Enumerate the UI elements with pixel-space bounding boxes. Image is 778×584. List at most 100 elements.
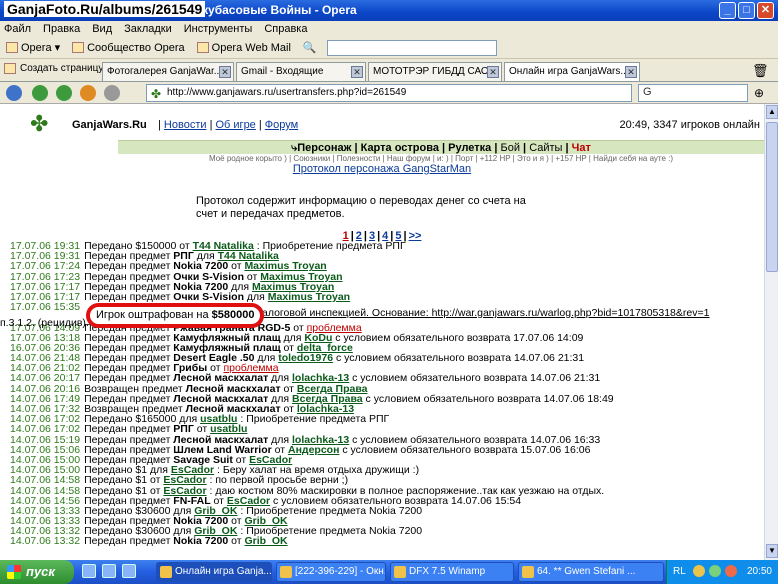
fine-reason: алоговой инспекцией. Основание: http://w… [262,307,710,319]
nav-map[interactable]: Карта острова [361,142,439,154]
log-item: Очки S-Vision [173,290,245,303]
nav-about[interactable]: Об игре [216,119,256,131]
page-content: ✤ GanjaWars.Ru | Новости | Об игре | Фор… [0,104,764,560]
start-button[interactable]: пуск [0,560,74,584]
close-tab-icon[interactable]: ✕ [351,66,363,78]
new-tab-button[interactable]: Создать страницу [4,63,103,74]
log-user-link[interactable]: Maximus Troyan [268,291,350,303]
new-page-icon [4,63,16,74]
bookmark-search-input[interactable] [326,39,497,56]
menu-edit[interactable]: Правка [43,23,80,35]
protocol-description: Протокол содержит информацию о переводах… [196,195,526,220]
log-condition: с условием обязательного возврата 14.07.… [362,392,614,405]
scroll-thumb[interactable] [766,122,778,272]
close-tab-icon[interactable]: ✕ [219,66,231,78]
quick-launch-icon[interactable] [122,564,136,578]
log-row: 14.07.06 13:32 Передан предмет Nokia 7200… [10,535,764,548]
menu-view[interactable]: Вид [92,23,112,35]
nav-sites[interactable]: Сайты [529,142,562,154]
winamp-icon [522,566,534,578]
nav-chat[interactable]: Чат [572,142,591,154]
nav-character[interactable]: Персонаж [297,142,351,154]
log-user-link[interactable]: toledo1976 [278,352,333,364]
tab-bar: Создать страницу Фотогалерея GanjaWar...… [0,59,778,82]
tab-photogallery[interactable]: Фотогалерея GanjaWar... ✕ [102,62,234,81]
scroll-down-icon[interactable]: ▼ [766,544,778,558]
menu-help[interactable]: Справка [264,23,307,35]
online-count: 20:49, 3347 игроков онлайн [619,119,760,131]
forward-icon[interactable] [56,85,72,101]
bookmark-opera[interactable]: Opera ▾ [0,41,66,54]
tab-ganjawars[interactable]: Онлайн игра GanjaWars... ✕ [504,62,640,81]
back-icon[interactable] [6,85,22,101]
tray-icon[interactable] [725,565,737,577]
reload-icon[interactable] [80,85,96,101]
log-user-link[interactable]: Grib_OK [244,535,287,547]
quick-launch-icon[interactable] [82,564,96,578]
nav-battle[interactable]: Бой [501,142,520,154]
system-tray: RL 20:50 [666,560,778,584]
scroll-up-icon[interactable]: ▲ [766,105,778,119]
log-item: Nokia 7200 [173,535,229,548]
edit-icon[interactable] [104,85,120,101]
site-name: GanjaWars.Ru [72,119,147,131]
tab-gibdd[interactable]: МОТОТРЭР ГИБДД САО... ✕ [368,62,502,81]
taskbar-item-winamp-dfx[interactable]: DFX 7.5 Winamp [390,562,514,582]
protocol-link[interactable]: Протокол персонажа GangStarMan [0,163,764,175]
browser-window: GanjaFoto.Ru/albums/261549 анджубасовые … [0,0,778,584]
folder-icon [6,42,18,53]
log-row: 17.07.06 17:17 Передан предмет Очки S-Vis… [10,290,764,303]
title-bar: GanjaFoto.Ru/albums/261549 анджубасовые … [0,0,778,21]
site-leaf-icon: ✤ [151,87,162,101]
taskbar-item-opera[interactable]: Онлайн игра Ganja... [156,562,272,582]
game-nav-bar: ⤷Персонаж | Карта острова | Рулетка | Бо… [118,140,764,154]
fine-amount: $580000 [211,309,255,321]
address-bar[interactable]: ✤ http://www.ganjawars.ru/usertransfers.p… [146,84,632,102]
tab-gmail[interactable]: Gmail - Входящие ✕ [236,62,366,81]
log-text: Передан предмет [84,290,174,303]
menu-tools[interactable]: Инструменты [184,23,253,35]
log-date: 17.07.06 15:35 [10,301,81,314]
page-icon [196,42,209,53]
bookmarks-bar: Opera ▾ Сообщество Opera Opera Web Mail … [0,37,778,59]
taskbar-item-icq[interactable]: [222-396-229] - Окн... [276,562,386,582]
log-preposition: для [244,290,268,303]
close-tab-icon[interactable]: ✕ [625,66,637,78]
bookmark-webmail[interactable]: Opera Web Mail [191,42,297,54]
dfx-icon [394,566,406,578]
menu-bookmarks[interactable]: Закладки [124,23,172,35]
top-nav: | Новости | Об игре | Форум [158,119,299,131]
nav-roulette[interactable]: Рулетка [448,142,491,154]
log-date: 14.07.06 13:32 [10,535,81,548]
maximize-button[interactable]: □ [738,2,755,19]
zoom-icon[interactable]: ⊕ [754,86,764,100]
log-condition: с условием обязательного возврата 14.07.… [333,352,585,365]
vertical-scrollbar[interactable]: ▲ ▼ [764,104,778,560]
tray-icon[interactable] [693,565,705,577]
sub-nav[interactable]: Моё родное корыто ) | Союзники | Полезно… [118,154,764,163]
opera-icon [160,566,172,578]
search-field[interactable]: G [638,84,748,102]
nav-news[interactable]: Новости [164,119,207,131]
rewind-icon[interactable] [32,85,48,101]
log-condition: с условием обязательного возврата 17.07.… [332,331,584,344]
menu-file[interactable]: Файл [4,23,31,35]
tray-icon[interactable] [709,565,721,577]
close-button[interactable]: ✕ [757,2,774,19]
navigation-bar: ✤ http://www.ganjawars.ru/usertransfers.p… [0,82,778,104]
minimize-button[interactable]: _ [719,2,736,19]
taskbar-item-winamp[interactable]: 64. ** Gwen Stefani ... [518,562,664,582]
site-header: ✤ GanjaWars.Ru | Новости | Об игре | Фор… [0,112,764,138]
log-user-link[interactable]: Андерсон [288,444,339,456]
fine-highlight: Игрок оштрафован на $580000 [86,303,264,328]
language-indicator[interactable]: RL [673,566,686,577]
fine-reason-wrap: п.3.1.2. (рецидив). [0,317,89,329]
menu-bar: Файл Правка Вид Закладки Инструменты Спр… [0,21,778,37]
quick-launch-icon[interactable] [102,564,116,578]
nav-forum[interactable]: Форум [265,119,298,131]
trash-icon[interactable]: 🗑 [752,63,769,79]
bookmark-community[interactable]: Сообщество Opera [66,42,191,54]
clock: 20:50 [746,566,772,577]
close-tab-icon[interactable]: ✕ [487,66,499,78]
quick-launch [82,564,136,578]
